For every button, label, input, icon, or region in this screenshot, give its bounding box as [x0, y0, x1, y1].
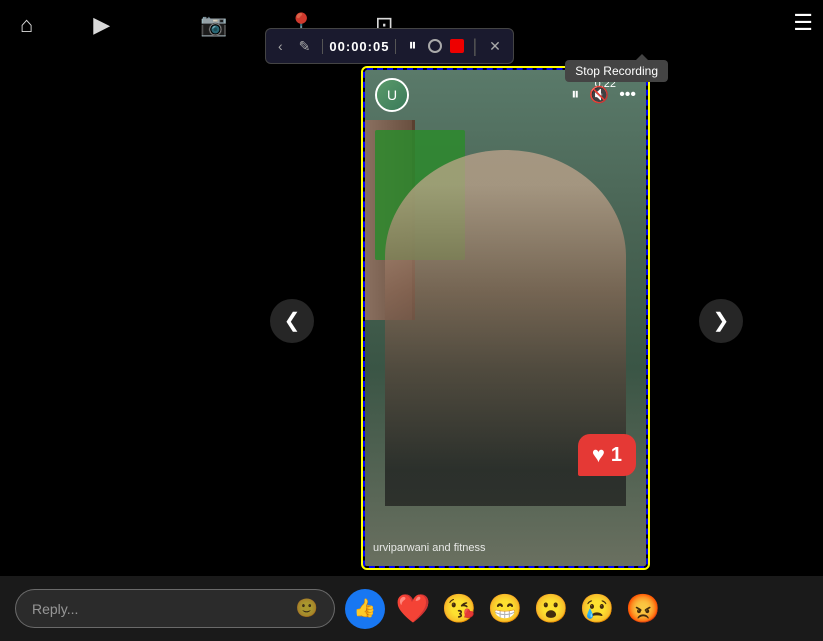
reply-placeholder: Reply...	[32, 601, 78, 617]
video-frame: U ⏸ 🔇 ••• 0:22 ♥ 1 urviparwani and fitne…	[363, 68, 648, 568]
kiss-emoji-icon: 😘	[442, 592, 477, 625]
pause-video-icon[interactable]: ⏸	[571, 86, 579, 104]
wow-emoji-icon: 😮	[534, 592, 569, 625]
heart-icon: ♥	[592, 442, 605, 468]
recording-timer: 00:00:05	[322, 39, 396, 54]
like-reaction-button[interactable]: 👍	[345, 589, 385, 629]
prev-arrow-button[interactable]: ❮	[270, 299, 314, 343]
avatar: U	[375, 78, 409, 112]
wow-reaction-button[interactable]: 😮	[533, 591, 569, 627]
pause-button[interactable]: ⏸	[404, 35, 420, 57]
record-circle-icon	[428, 39, 442, 53]
like-badge: ♥ 1	[578, 434, 636, 476]
reply-input-container[interactable]: Reply... 🙂	[15, 589, 335, 628]
toolbar-divider: |	[472, 36, 477, 57]
recording-toolbar: ‹ ✎ 00:00:05 ⏸ | ✕	[265, 28, 514, 64]
edit-button[interactable]: ✎	[295, 36, 315, 57]
camera-icon[interactable]: 📷	[200, 12, 227, 38]
back-button[interactable]: ‹	[274, 36, 287, 56]
love-reaction-button[interactable]: ❤️	[395, 591, 431, 627]
bottom-bar: Reply... 🙂 👍 ❤️ 😘 😁 😮 😢 😡	[0, 576, 823, 641]
stop-button[interactable]	[450, 39, 464, 53]
thumbs-up-icon: 👍	[354, 598, 376, 619]
heart-emoji-icon: ❤️	[396, 592, 431, 625]
video-inner: U ⏸ 🔇 ••• 0:22 ♥ 1 urviparwani and fitne…	[365, 70, 646, 566]
video-controls: ⏸ 🔇 •••	[571, 85, 636, 105]
laugh-reaction-button[interactable]: 😁	[487, 591, 523, 627]
kiss-reaction-button[interactable]: 😘	[441, 591, 477, 627]
sad-emoji-icon: 😢	[580, 592, 615, 625]
stop-recording-tooltip: Stop Recording	[565, 60, 668, 82]
angry-reaction-button[interactable]: 😡	[625, 591, 661, 627]
chevron-left-icon: ❮	[284, 308, 301, 333]
laugh-emoji-icon: 😁	[488, 592, 523, 625]
close-button[interactable]: ✕	[485, 36, 505, 57]
home-icon[interactable]: ⌂	[20, 12, 33, 38]
sad-reaction-button[interactable]: 😢	[579, 591, 615, 627]
next-arrow-button[interactable]: ❯	[699, 299, 743, 343]
username-watermark: urviparwani and fitness	[373, 542, 486, 554]
tv-icon[interactable]: ▶	[93, 12, 110, 38]
like-count: 1	[611, 444, 622, 467]
volume-icon[interactable]: 🔇	[589, 85, 609, 105]
emoji-picker-icon[interactable]: 🙂	[296, 598, 318, 619]
chevron-right-icon: ❯	[713, 308, 730, 333]
angry-emoji-icon: 😡	[626, 592, 661, 625]
more-options-icon[interactable]: •••	[619, 86, 636, 104]
